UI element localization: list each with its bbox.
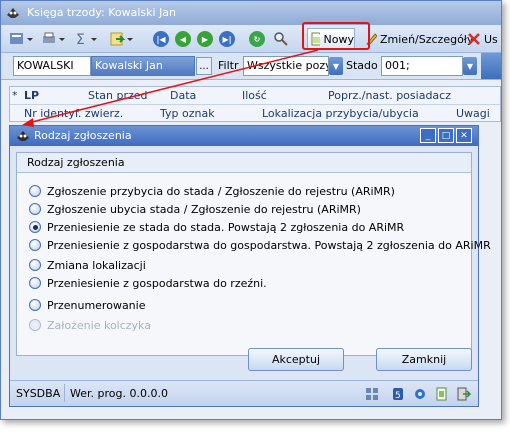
refresh-icon[interactable]: ↻ — [247, 28, 267, 50]
dialog-logo-icon — [15, 128, 31, 147]
window-title: Księga trzody: Kowalski Jan — [27, 6, 177, 19]
app-logo-icon — [5, 5, 21, 21]
akceptuj-button[interactable]: Akceptuj — [248, 348, 344, 371]
group-title: Rodzaj zgłoszenia — [27, 156, 125, 169]
grid-header: * LP Stan przed Data Ilość Poprz./nast. … — [9, 86, 501, 122]
first-record-icon[interactable]: |◀ — [151, 28, 171, 50]
filtr-select[interactable]: Wszystkie pozy — [243, 56, 329, 76]
col-lp[interactable]: LP — [24, 89, 39, 102]
col-data[interactable]: Data — [170, 89, 196, 102]
previous-record-icon[interactable]: ◀ — [173, 28, 193, 50]
print-button[interactable] — [39, 28, 69, 50]
filtr-label: Filtr — [218, 59, 239, 72]
stado-select[interactable]: 001; — [381, 56, 463, 76]
svg-text:5: 5 — [395, 391, 401, 401]
radio-icon[interactable] — [29, 277, 41, 289]
sum-button[interactable]: Σ — [73, 28, 101, 50]
grid-row-marker: * — [12, 89, 18, 102]
option-group: Rodzaj zgłoszenia Zgłoszenie przybycia d… — [16, 152, 491, 356]
col-typ-oznak[interactable]: Typ oznak — [160, 107, 215, 120]
option-gospodarstwo[interactable]: Przeniesienie z gospodarstwa do gospodar… — [29, 237, 491, 253]
export-button[interactable] — [107, 28, 137, 50]
document-icon[interactable] — [434, 386, 449, 401]
owner-lookup-button[interactable]: ... — [196, 57, 212, 75]
filter-bar: KOWALSKI Kowalski Jan ... Filtr Wszystki… — [1, 53, 501, 80]
settings-gear-icon[interactable] — [412, 386, 427, 401]
properties-button[interactable] — [7, 28, 37, 50]
close-icon[interactable]: ✕ — [456, 128, 472, 143]
option-przybycie[interactable]: Zgłoszenie przybycia do stada / Zgłoszen… — [29, 183, 395, 199]
col-stan-przed[interactable]: Stan przed — [88, 89, 148, 102]
option-rzeznia[interactable]: Przeniesienie z gospodarstwa do rzeźni. — [29, 275, 267, 291]
usun-label: Us — [484, 32, 498, 46]
stado-dropdown-icon[interactable]: ▼ — [463, 57, 477, 75]
usun-button[interactable]: Us — [467, 30, 498, 48]
radio-icon[interactable] — [29, 259, 41, 271]
radio-icon[interactable] — [29, 185, 41, 197]
filtr-dropdown-icon[interactable]: ▼ — [329, 57, 343, 75]
radio-icon[interactable] — [29, 299, 41, 311]
main-window: Księga trzody: Kowalski Jan Σ |◀ ◀ ▶ ▶| … — [0, 0, 502, 420]
col-uwagi[interactable]: Uwagi — [456, 107, 490, 120]
zamknij-button[interactable]: Zamknij — [376, 348, 472, 371]
last-record-icon[interactable]: ▶| — [217, 28, 237, 50]
search-icon[interactable] — [271, 28, 291, 50]
status-user: SYSDBA — [16, 387, 61, 400]
highlight-box — [302, 22, 370, 50]
col-posiadacz[interactable]: Poprz./nast. posiadacz — [328, 89, 451, 102]
owner-code-field[interactable]: KOWALSKI — [13, 56, 91, 76]
grid-divider — [10, 104, 500, 105]
toolbar: Σ |◀ ◀ ▶ ▶| ↻ Nowy Zmień/Szczegóły Us — [1, 25, 501, 53]
radio-disabled-icon — [29, 319, 41, 331]
title-bar: Księga trzody: Kowalski Jan — [1, 1, 501, 25]
delete-x-icon — [468, 33, 480, 45]
owner-name-field[interactable]: Kowalski Jan — [91, 56, 195, 76]
grid-icon[interactable] — [364, 386, 379, 401]
status-bar: SYSDBA Wer. prog. 0.0.0.0 5 — [10, 380, 478, 406]
group-header: Rodzaj zgłoszenia — [17, 153, 471, 173]
col-nr-identyf[interactable]: Nr identyf. zwierz. — [24, 107, 123, 120]
dialog-title: Rodzaj zgłoszenia — [34, 129, 132, 142]
option-stado-do-stada[interactable]: Przeniesienie ze stada do stada. Powstaj… — [29, 219, 404, 235]
status-version: Wer. prog. 0.0.0.0 — [70, 387, 168, 400]
zmien-label: Zmień/Szczegóły — [380, 32, 474, 46]
status-divider — [64, 384, 65, 402]
radio-icon[interactable] — [29, 203, 41, 215]
minimize-icon[interactable]: _ — [420, 128, 436, 143]
option-przenumerowanie[interactable]: Przenumerowanie — [29, 297, 145, 313]
radio-selected-icon[interactable] — [29, 221, 41, 233]
col-lokalizacja[interactable]: Lokalizacja przybycia/ubycia — [262, 107, 419, 120]
dialog-title-bar: Rodzaj zgłoszenia _ □ ✕ — [10, 126, 478, 146]
filter-side-button[interactable] — [481, 53, 501, 79]
next-record-icon[interactable]: ▶ — [195, 28, 215, 50]
database-icon[interactable]: 5 — [390, 386, 405, 401]
svg-text:Σ: Σ — [76, 32, 85, 47]
rodzaj-zgloszenia-dialog: Rodzaj zgłoszenia _ □ ✕ Rodzaj zgłoszeni… — [9, 125, 491, 407]
exit-icon[interactable] — [456, 386, 471, 401]
option-ubycie[interactable]: Zgłoszenie ubycia stada / Zgłoszenie do … — [29, 201, 361, 217]
option-zmiana-lokalizacji[interactable]: Zmiana lokalizacji — [29, 257, 146, 273]
stado-label: Stado — [346, 59, 378, 72]
col-ilosc[interactable]: Ilość — [242, 89, 267, 102]
maximize-icon[interactable]: □ — [438, 128, 454, 143]
zmien-button[interactable]: Zmień/Szczegóły — [365, 30, 473, 48]
option-zalozenie-kolczyka: Założenie kolczyka — [29, 317, 151, 333]
radio-icon[interactable] — [29, 239, 41, 251]
